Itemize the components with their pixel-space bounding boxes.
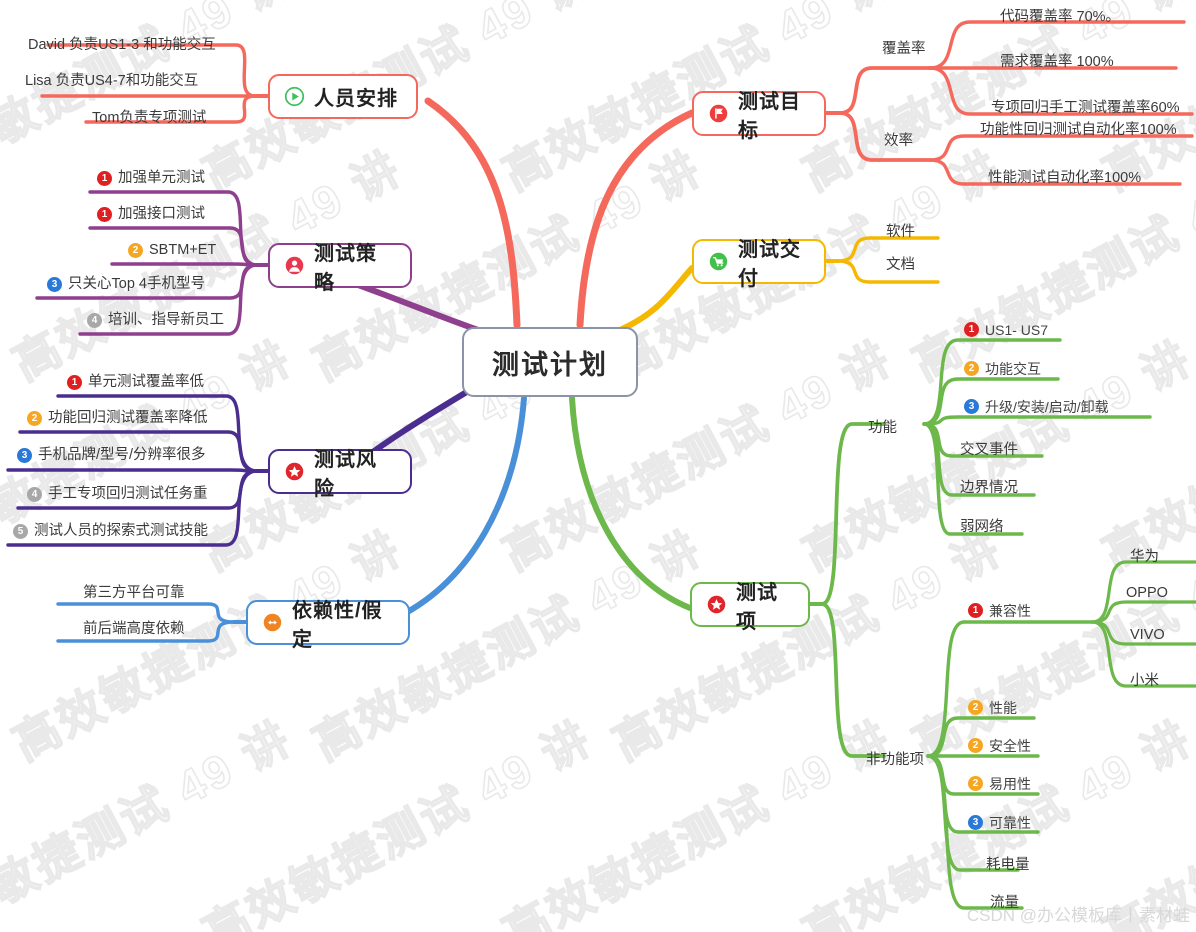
leaf-staffing-2[interactable]: Tom负责专项测试	[92, 106, 206, 127]
branch-label-delivery: 测试交付	[738, 238, 801, 290]
leaf-goal-cov-0[interactable]: 代码覆盖率 70%。	[1000, 5, 1120, 26]
leaf-delivery-1[interactable]: 文档	[886, 253, 915, 274]
leaf-dependency-1[interactable]: 前后端高度依赖	[83, 617, 185, 638]
branch-node-risk[interactable]: 测试风险	[268, 449, 412, 500]
leaf-risk-4[interactable]: 5 测试人员的探索式测试技能	[13, 524, 208, 539]
leaf-risk-1[interactable]: 2 功能回归测试覆盖率降低	[27, 411, 208, 426]
badge-number: 2	[968, 700, 983, 715]
star-circle-icon	[285, 462, 304, 481]
leaf-strategy-0[interactable]: 1 加强单元测试	[97, 171, 205, 186]
group-label-efficiency[interactable]: 效率	[884, 129, 913, 150]
play-circle-icon	[284, 86, 305, 107]
cart-circle-icon	[709, 252, 728, 271]
badge-number: 1	[97, 171, 112, 186]
leaf-goal-eff-0[interactable]: 功能性回归测试自动化率100%	[980, 118, 1177, 139]
mindmap-canvas: 高效敏捷测试 49 讲高效敏捷测试 49 讲高效敏捷测试 49 讲高效敏捷测试 …	[0, 0, 1196, 932]
leaf-nonfunc-1[interactable]: 2 性能	[968, 700, 1017, 715]
badge-number: 1	[67, 375, 82, 390]
leaf-risk-3[interactable]: 4 手工专项回归测试任务重	[27, 487, 208, 502]
leaf-compat-2[interactable]: VIVO	[1130, 627, 1165, 643]
badge-number: 4	[87, 313, 102, 328]
leaf-staffing-1[interactable]: Lisa 负责US4-7和功能交互	[25, 69, 198, 90]
leaf-strategy-2[interactable]: 2 SBTM+ET	[128, 243, 216, 258]
leaf-func-0[interactable]: 1 US1- US7	[964, 322, 1048, 337]
leaf-delivery-0[interactable]: 软件	[886, 220, 915, 241]
leaf-goal-eff-1[interactable]: 性能测试自动化率100%	[988, 166, 1141, 187]
badge-number: 4	[27, 487, 42, 502]
leaf-compat-1[interactable]: OPPO	[1126, 585, 1168, 601]
leaf-nonfunc-3[interactable]: 2 易用性	[968, 776, 1031, 791]
leaf-func-5[interactable]: 弱网络	[960, 515, 1004, 536]
leaf-func-4[interactable]: 边界情况	[960, 476, 1018, 497]
branch-node-staffing[interactable]: 人员安排	[268, 74, 418, 119]
leaf-func-1[interactable]: 2 功能交互	[964, 361, 1041, 376]
branch-label-strategy: 测试策略	[314, 242, 377, 294]
branch-node-goal[interactable]: 测试目标	[692, 91, 826, 142]
leaf-strategy-3[interactable]: 3 只关心Top 4手机型号	[47, 277, 205, 292]
leaf-nonfunc-5[interactable]: 耗电量	[986, 853, 1030, 874]
branch-node-dependency[interactable]: 依赖性/假定	[246, 600, 410, 651]
arrows-circle-icon	[263, 613, 282, 632]
group-label-functional[interactable]: 功能	[868, 416, 897, 437]
root-label: 测试计划	[492, 349, 608, 380]
badge-number: 2	[27, 411, 42, 426]
badge-number: 3	[47, 277, 62, 292]
leaf-func-3[interactable]: 交叉事件	[960, 438, 1018, 459]
root-node[interactable]: 测试计划	[462, 327, 638, 397]
badge-number: 2	[968, 776, 983, 791]
leaf-compat-0[interactable]: 华为	[1130, 545, 1159, 566]
flag-circle-icon	[709, 104, 728, 123]
watermark-credit: CSDN @办公模板库丨素材蛙	[966, 906, 1190, 925]
leaf-compat-3[interactable]: 小米	[1130, 669, 1159, 690]
group-label-nonfunctional[interactable]: 非功能项	[866, 748, 924, 769]
leaf-goal-cov-1[interactable]: 需求覆盖率 100%	[1000, 50, 1114, 71]
branch-node-strategy[interactable]: 测试策略	[268, 243, 412, 294]
leaf-risk-0[interactable]: 1 单元测试覆盖率低	[67, 375, 204, 390]
leaf-nonfunc-4[interactable]: 3 可靠性	[968, 815, 1031, 830]
badge-number: 2	[128, 243, 143, 258]
badge-number: 5	[13, 524, 28, 539]
person-circle-icon	[285, 256, 304, 275]
badge-number: 2	[964, 361, 979, 376]
branch-label-staffing: 人员安排	[314, 88, 398, 110]
group-label-coverage[interactable]: 覆盖率	[882, 37, 926, 58]
leaf-staffing-0[interactable]: David 负责US1-3 和功能交互	[28, 33, 216, 54]
leaf-goal-cov-2[interactable]: 专项回归手工测试覆盖率60%	[991, 96, 1180, 117]
badge-number: 3	[964, 399, 979, 414]
branch-label-items: 测试项	[736, 581, 778, 633]
leaf-risk-2[interactable]: 3 手机品牌/型号/分辨率很多	[17, 448, 206, 463]
leaf-nonfunc-compat[interactable]: 1 兼容性	[968, 603, 1031, 618]
badge-number: 1	[968, 603, 983, 618]
branch-label-dependency: 依赖性/假定	[292, 599, 383, 651]
branch-node-items[interactable]: 测试项	[690, 582, 810, 633]
badge-number: 2	[968, 738, 983, 753]
star-circle-icon	[707, 595, 726, 614]
leaf-dependency-0[interactable]: 第三方平台可靠	[83, 581, 185, 602]
leaf-func-2[interactable]: 3 升级/安装/启动/卸载	[964, 399, 1109, 414]
leaf-strategy-4[interactable]: 4 培训、指导新员工	[87, 313, 224, 328]
branch-node-delivery[interactable]: 测试交付	[692, 239, 826, 290]
leaf-strategy-1[interactable]: 1 加强接口测试	[97, 207, 205, 222]
badge-number: 1	[964, 322, 979, 337]
badge-number: 1	[97, 207, 112, 222]
branch-label-goal: 测试目标	[738, 90, 801, 142]
badge-number: 3	[17, 448, 32, 463]
badge-number: 3	[968, 815, 983, 830]
nodes-layer: 测试计划 人员安排 David 负责US1-3 和功能交互 Lisa 负责US4…	[0, 0, 1196, 932]
leaf-nonfunc-2[interactable]: 2 安全性	[968, 738, 1031, 753]
branch-label-risk: 测试风险	[314, 448, 377, 500]
